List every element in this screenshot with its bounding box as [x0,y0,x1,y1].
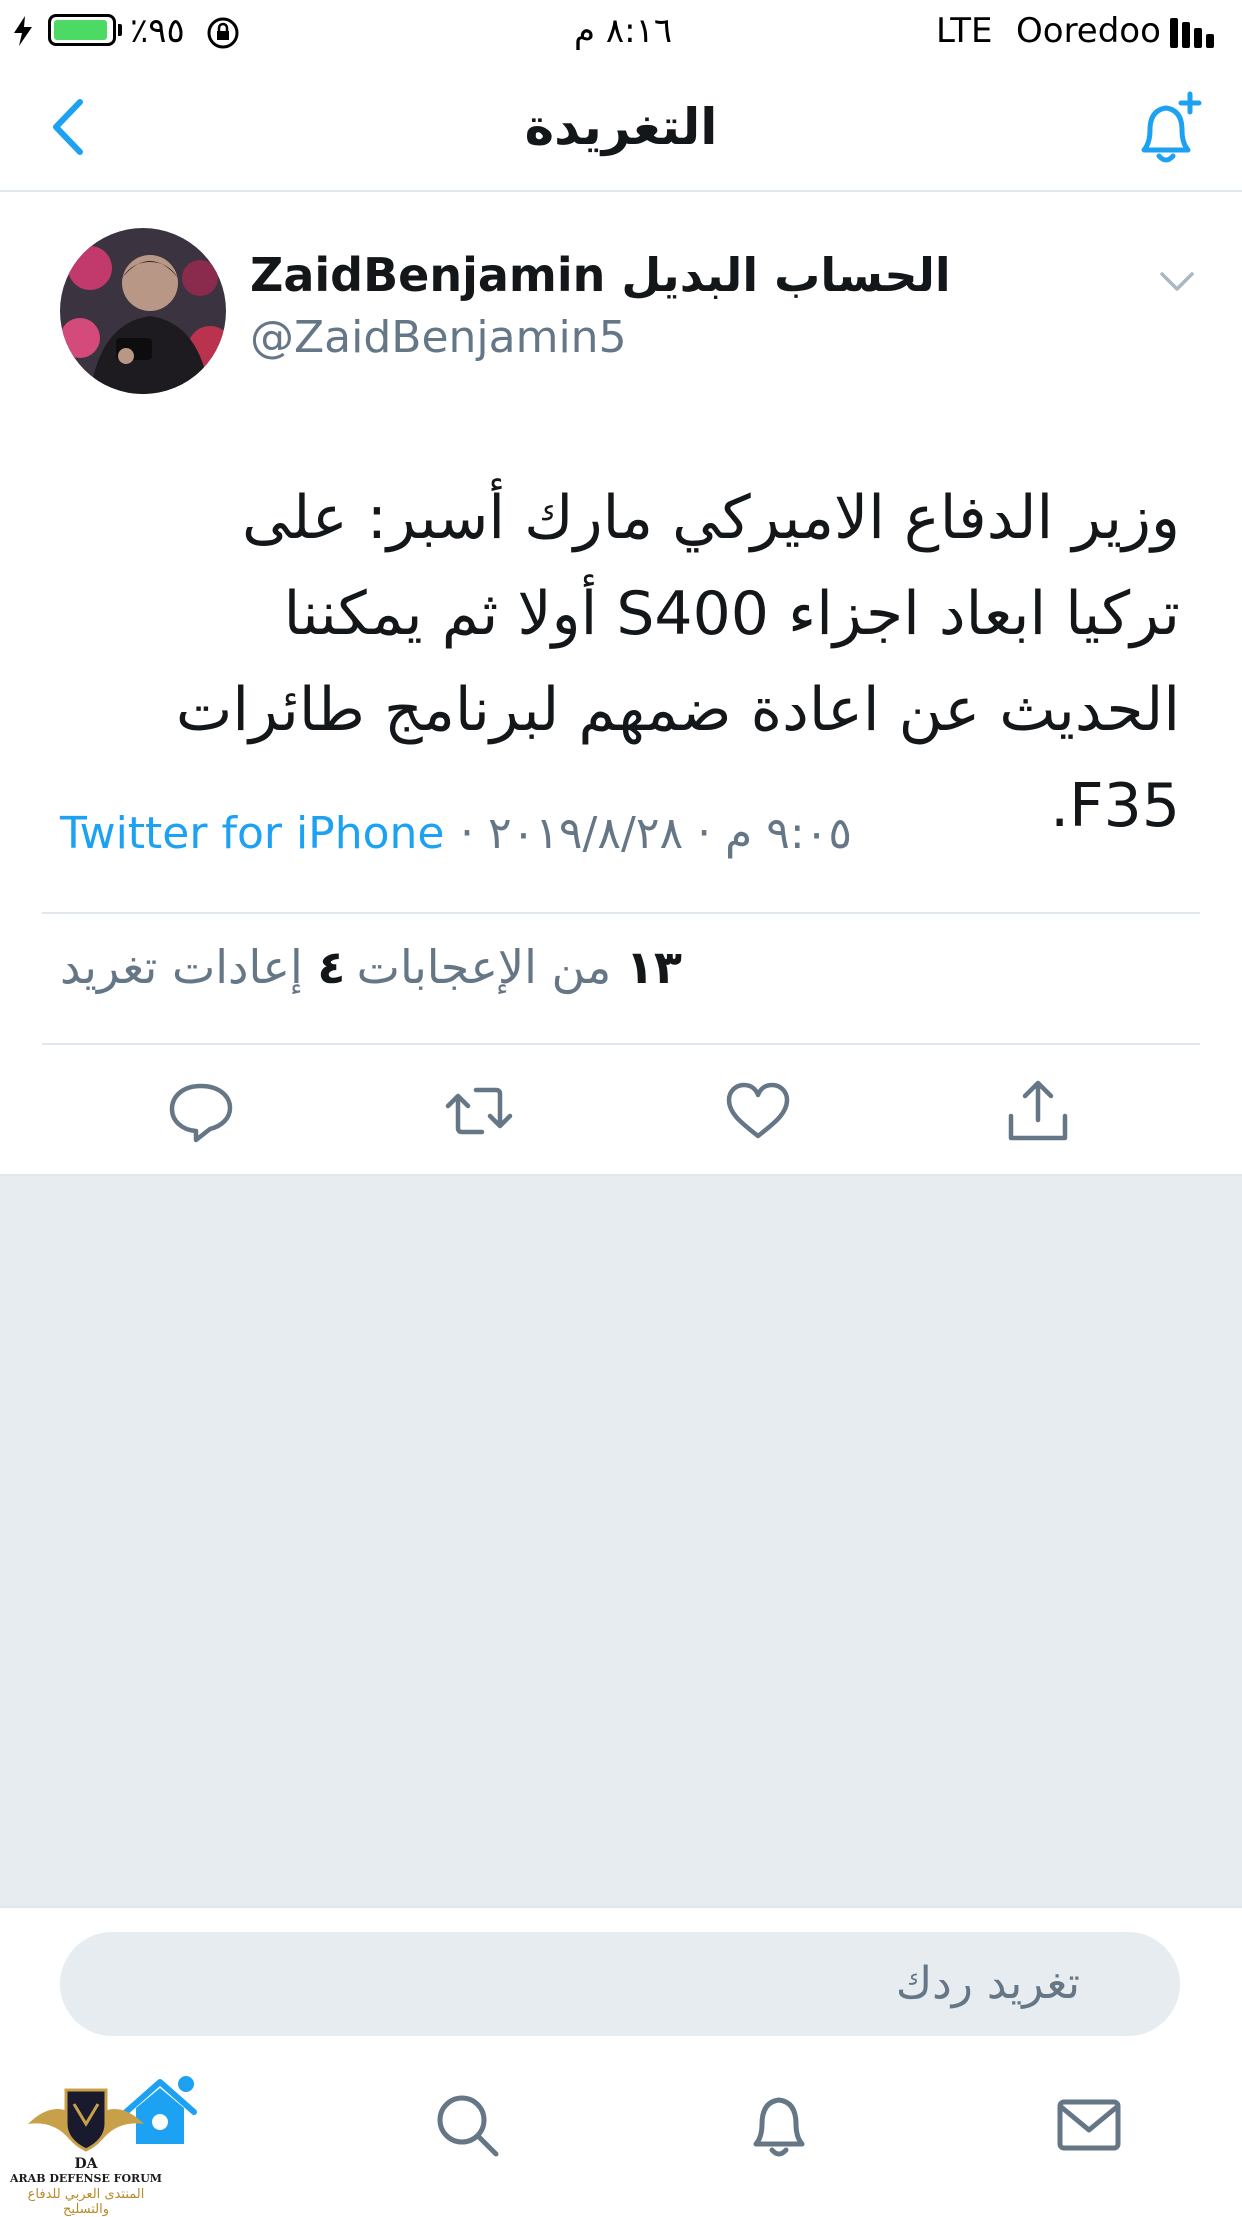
chevron-down-icon[interactable] [1152,262,1202,302]
watermark-text-arabic: المنتدى العربي للدفاع والتسليح [27,2187,145,2217]
back-button[interactable] [36,92,106,162]
empty-area [0,1176,1242,1906]
retweets-count: ٤ [317,940,346,994]
tab-bar [0,2054,1242,2208]
carrier-name: Ooredoo [1016,11,1161,51]
battery-icon [48,14,116,46]
tweet-timestamp: ٩:٠٥ م · ٢٠١٩/٨/٢٨ · [460,808,852,859]
notification-settings-button[interactable] [1126,88,1206,168]
page-title: التغريدة [524,98,718,156]
tweet-text: وزير الدفاع الاميركي مارك أسبر: على تركي… [175,483,1180,841]
likes-label: من الإعجابات [356,940,612,994]
display-name[interactable]: ZaidBenjamin الحساب البديل [250,248,951,302]
reply-placeholder: تغريد ردك [895,1958,1080,2009]
divider [42,912,1200,914]
bell-icon[interactable] [744,2090,814,2160]
network-type: LTE [936,11,993,51]
user-handle[interactable]: @ZaidBenjamin5 [250,312,627,363]
battery-cap [118,24,122,36]
mail-icon[interactable] [1054,2090,1124,2160]
avatar[interactable] [60,228,226,394]
search-icon[interactable] [432,2090,502,2160]
nav-bar: التغريدة [0,62,1242,192]
status-time: ٨:١٦ م [574,11,673,51]
divider [42,1043,1200,1045]
tweet-stats: ١٣ من الإعجابات [357,940,682,994]
watermark-text: ARAB DEFENSE FORUM [10,2172,162,2185]
share-icon[interactable] [1003,1078,1073,1144]
likes-count: ١٣ [625,940,682,994]
reply-input[interactable]: تغريد ردك [60,1932,1180,2036]
retweets-stat[interactable]: ٤ إعادات تغريد [60,940,345,994]
retweet-icon[interactable] [444,1078,514,1144]
tweet-source-link[interactable]: Twitter for iPhone [60,808,444,859]
orientation-lock-icon [207,17,239,49]
battery-percent: ٪٩٥ [130,11,185,51]
status-bar: ٪٩٥ ٨:١٦ م LTE Ooredoo [0,0,1242,62]
heart-icon[interactable] [723,1078,793,1144]
likes-stat[interactable]: ١٣ من الإعجابات [357,940,682,994]
watermark-monogram: DA [74,2156,98,2172]
charging-icon [14,16,32,46]
eagle-emblem-icon: DA [28,2088,144,2172]
reply-icon[interactable] [166,1078,236,1144]
battery-fill [54,20,108,40]
watermark-logo: DA ARAB DEFENSE FORUM المنتدى العربي للد… [8,2084,164,2217]
signal-icon [1170,16,1218,48]
retweets-label: إعادات تغريد [60,940,303,994]
